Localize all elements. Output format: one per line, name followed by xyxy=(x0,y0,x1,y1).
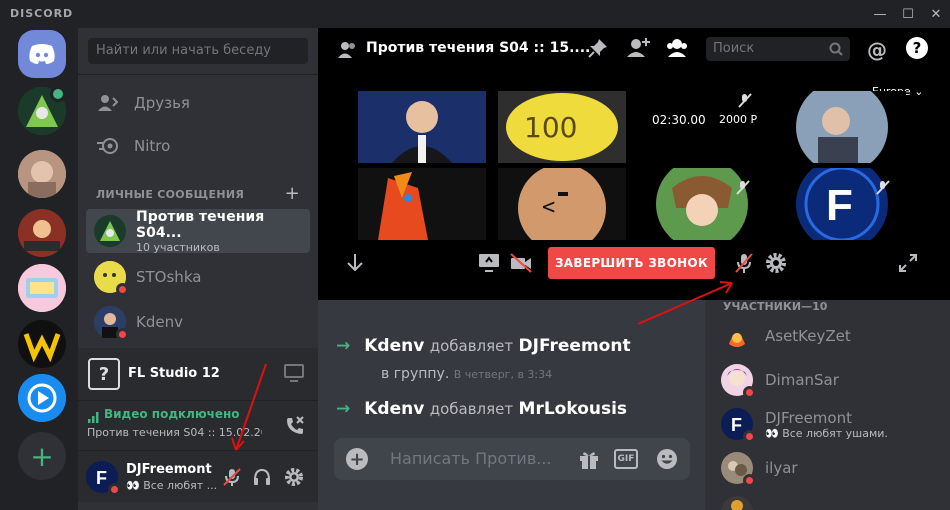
annotation-arrows xyxy=(231,281,733,451)
discord-window: DISCORD — ☐ ✕ + Найти или начать беседу … xyxy=(0,0,950,510)
